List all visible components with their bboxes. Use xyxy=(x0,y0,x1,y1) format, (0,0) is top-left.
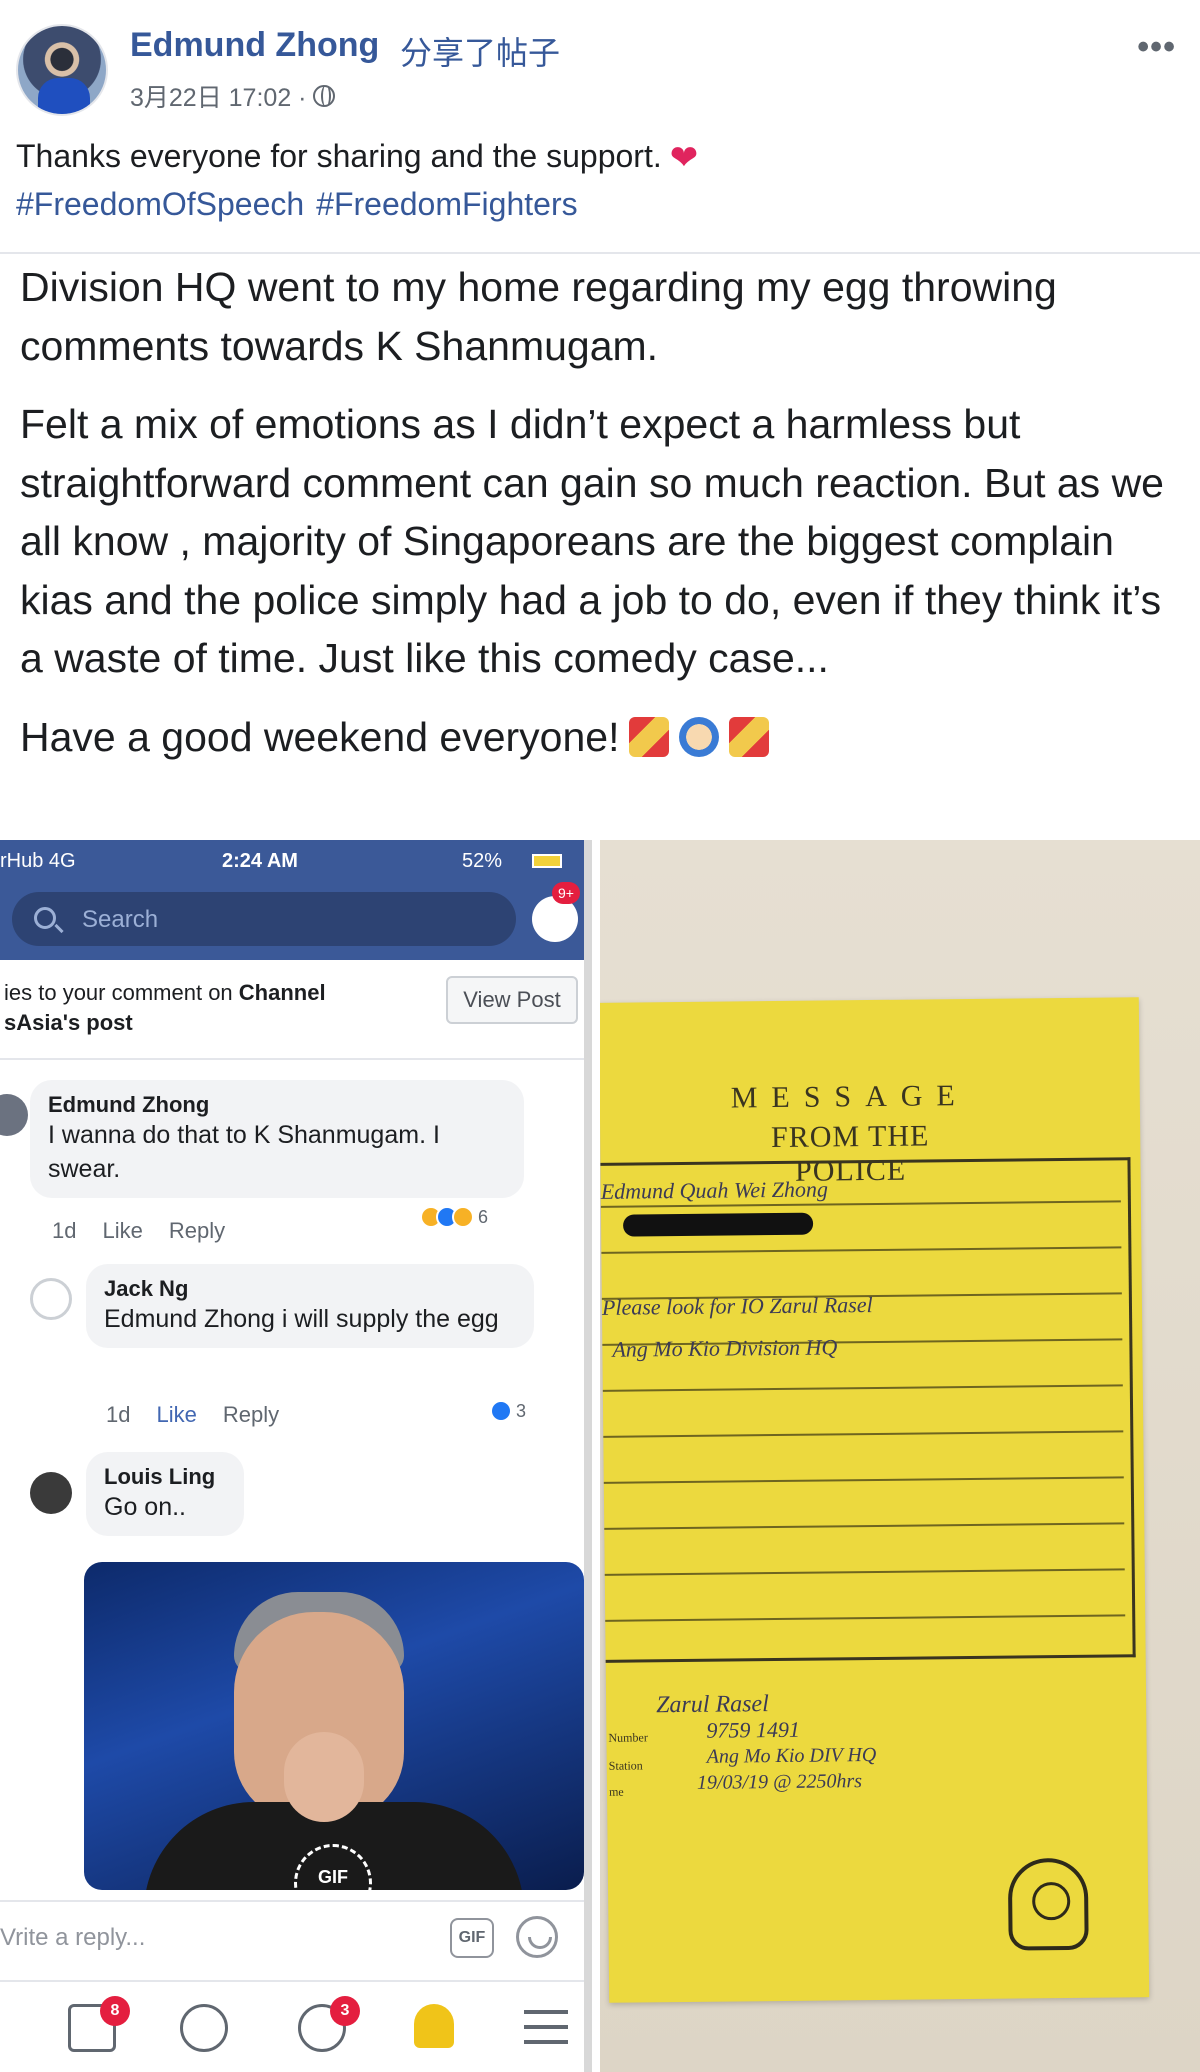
write-reply-input[interactable]: Vrite a reply... xyxy=(0,1924,145,1952)
status-time: 2:24 AM xyxy=(222,850,298,872)
clown-emoji-icon xyxy=(679,716,720,757)
divider xyxy=(0,252,1200,254)
form-label: Station xyxy=(608,1758,643,1773)
note-line xyxy=(603,1430,1124,1438)
tab-menu-icon[interactable] xyxy=(524,2010,568,2044)
post-meta: 3月22日 17:02 · xyxy=(130,78,335,114)
shared-paragraph: Division HQ went to my home regarding my… xyxy=(20,264,1057,369)
handwritten-datetime: 19/03/19 @ 2250hrs xyxy=(696,1770,863,1794)
post-caption: Thanks everyone for sharing and the supp… xyxy=(16,138,698,178)
comment-actions: 1d Like Reply xyxy=(106,1402,305,1428)
hashtag-link[interactable]: #FreedomOfSpeech xyxy=(16,186,304,222)
facebook-app-screenshot: rHub 4G 2:24 AM 52% Search 9+ ies to you… xyxy=(0,840,592,2072)
police-note-photo: MESSAGE FROM THE POLICE Edmund Quah Wei … xyxy=(600,840,1200,2072)
note-line xyxy=(604,1522,1125,1530)
handwritten-instruction: Please look for IO Zarul Rasel xyxy=(601,1292,873,1320)
search-placeholder: Search xyxy=(82,906,159,933)
carrier-label: rHub 4G xyxy=(0,850,76,872)
comment-author[interactable]: Louis Ling xyxy=(104,1464,226,1490)
bottom-tab-bar: 8 3 xyxy=(0,1980,584,2072)
post-timestamp[interactable]: 3月22日 17:02 · xyxy=(130,78,307,114)
handwritten-station: Ang Mo Kio Division HQ xyxy=(612,1334,838,1362)
reaction-count: 3 xyxy=(516,1400,527,1421)
avatar[interactable] xyxy=(30,1278,72,1320)
globe-icon xyxy=(312,85,335,107)
redaction-scribble xyxy=(622,1212,814,1237)
reply-notice-bar: ies to your comment on Channel sAsia's p… xyxy=(0,960,584,1060)
note-line xyxy=(605,1614,1126,1622)
note-line xyxy=(601,1246,1122,1254)
like-reaction-icon xyxy=(490,1400,512,1422)
view-post-button[interactable]: View Post xyxy=(446,976,578,1024)
facebook-top-bar: rHub 4G 2:24 AM 52% Search 9+ xyxy=(0,840,584,960)
gif-button[interactable]: GIF xyxy=(450,1918,494,1958)
police-message-card: MESSAGE FROM THE POLICE Edmund Quah Wei … xyxy=(600,997,1150,2003)
note-line xyxy=(602,1384,1123,1392)
handwritten-officer: Zarul Rasel xyxy=(656,1691,769,1719)
note-line xyxy=(603,1476,1124,1484)
heart-emoji-icon: ❤ xyxy=(669,139,699,177)
reaction-summary[interactable]: 3 xyxy=(490,1400,526,1422)
groups-badge: 3 xyxy=(330,1996,360,2026)
shared-paragraph-last: Have a good weekend everyone! xyxy=(20,708,1190,767)
reply-notice-post: sAsia's post xyxy=(4,1010,133,1035)
reply-notice-text: ies to your comment on Channel sAsia's p… xyxy=(4,978,424,1038)
shared-closing-text: Have a good weekend everyone! xyxy=(20,713,620,760)
video-badge: 8 xyxy=(100,1996,130,2026)
note-line xyxy=(604,1568,1125,1576)
reply-link[interactable]: Reply xyxy=(223,1402,279,1427)
wow-reaction-icon xyxy=(452,1206,474,1228)
reply-notice-page: Channel xyxy=(238,980,326,1005)
like-link[interactable]: Like xyxy=(102,1218,142,1243)
comment-actions: 1d Like Reply xyxy=(52,1218,251,1244)
tab-notifications-bell-icon[interactable] xyxy=(414,2004,454,2048)
note-title-line1: MESSAGE xyxy=(730,1078,969,1115)
messenger-badge: 9+ xyxy=(552,882,580,904)
hashtags: #FreedomOfSpeech #FreedomFighters xyxy=(16,186,590,223)
comment-bubble: Louis Ling Go on.. xyxy=(86,1452,244,1536)
reaction-summary[interactable]: 6 xyxy=(420,1206,488,1228)
post-header: Edmund Zhong 分享了帖子 3月22日 17:02 · ••• Tha… xyxy=(0,0,1200,250)
comment-age: 1d xyxy=(106,1402,131,1427)
reply-notice-prefix: ies to your comment on xyxy=(4,980,239,1005)
shared-post-body: Division HQ went to my home regarding my… xyxy=(20,258,1190,786)
reaction-count: 6 xyxy=(478,1206,489,1227)
author-name[interactable]: Edmund Zhong xyxy=(130,26,379,65)
handwritten-division: Ang Mo Kio DIV HQ xyxy=(706,1743,877,1768)
comment-author[interactable]: Jack Ng xyxy=(104,1276,516,1302)
caption-text: Thanks everyone for sharing and the supp… xyxy=(16,138,662,174)
joker-emoji-icon xyxy=(729,716,770,757)
avatar[interactable] xyxy=(30,1472,72,1514)
battery-icon xyxy=(532,854,562,868)
shared-action-text: 分享了帖子 xyxy=(400,35,561,71)
comment-text: Go on.. xyxy=(104,1493,186,1521)
battery-percent: 52% xyxy=(462,850,503,872)
tab-profile-icon[interactable] xyxy=(180,2004,228,2052)
joker-emoji-icon xyxy=(629,716,670,757)
more-options-icon[interactable]: ••• xyxy=(1137,28,1176,67)
comment-bubble: Jack Ng Edmund Zhong i will supply the e… xyxy=(86,1264,534,1348)
comment-text: Edmund Zhong i will supply the egg xyxy=(104,1305,499,1333)
comment-author[interactable]: Edmund Zhong xyxy=(48,1092,506,1118)
comment-text: I wanna do that to K Shanmugam. I swear. xyxy=(48,1121,440,1183)
handwritten-name: Edmund Quah Wei Zhong xyxy=(600,1176,829,1204)
reply-link[interactable]: Reply xyxy=(169,1218,225,1243)
comment-bubble: Edmund Zhong I wanna do that to K Shanmu… xyxy=(30,1080,524,1198)
form-label: Number xyxy=(608,1730,648,1745)
gif-attachment[interactable]: GIF xyxy=(84,1562,584,1890)
search-icon xyxy=(34,907,56,929)
avatar[interactable] xyxy=(0,1094,28,1136)
singapore-police-crest-icon xyxy=(1007,1857,1089,1951)
comment-age: 1d xyxy=(52,1218,77,1243)
like-link[interactable]: Like xyxy=(156,1402,196,1427)
handwritten-phone: 9759 1491 xyxy=(706,1716,801,1743)
gif-hand xyxy=(284,1732,364,1822)
search-input[interactable]: Search xyxy=(12,892,516,946)
shared-paragraph: Felt a mix of emotions as I didn’t expec… xyxy=(20,401,1164,681)
write-reply-bar: Vrite a reply... GIF xyxy=(0,1900,584,1980)
hashtag-link[interactable]: #FreedomFighters xyxy=(316,186,577,222)
form-label: me xyxy=(608,1784,624,1799)
emoji-smiley-icon[interactable] xyxy=(516,1916,558,1958)
author-avatar[interactable] xyxy=(16,24,108,116)
